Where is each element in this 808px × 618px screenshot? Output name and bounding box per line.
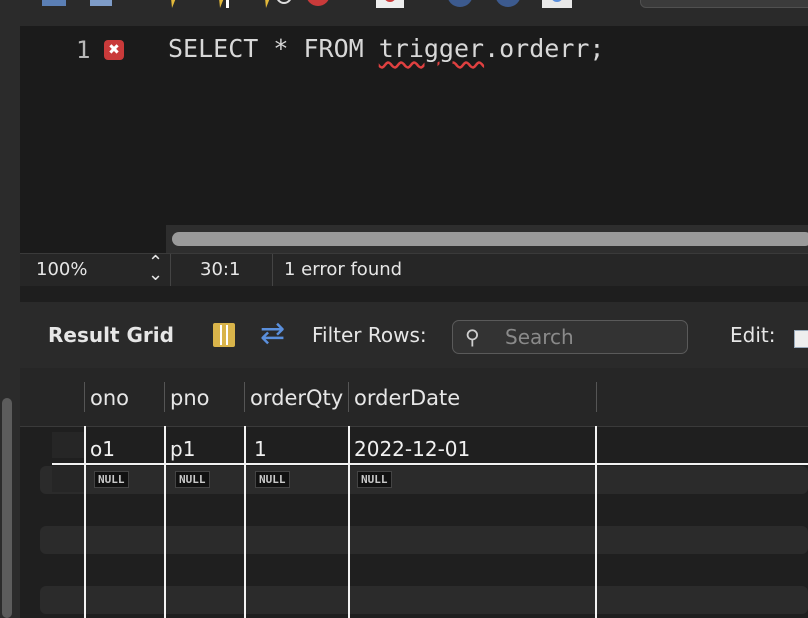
row-selector[interactable] <box>52 466 84 492</box>
column-divider <box>595 426 597 618</box>
line-number: 1 <box>76 36 91 64</box>
stop-icon[interactable] <box>304 0 334 10</box>
save-icon[interactable] <box>40 0 70 10</box>
filter-rows-label: Filter Rows: <box>312 323 427 347</box>
table-cell[interactable]: 1 <box>254 437 267 461</box>
sql-keyword-text: SELECT * FROM <box>168 34 379 63</box>
column-divider <box>84 426 86 618</box>
column-divider <box>348 426 350 618</box>
column-divider <box>244 426 246 618</box>
left-scroll-knob[interactable] <box>2 398 12 618</box>
column-header-orderdate[interactable]: orderDate <box>354 386 460 410</box>
header-divider <box>244 382 245 412</box>
search-icon: ⚲ <box>465 325 480 349</box>
beautify-icon[interactable] <box>446 0 476 10</box>
editor-status-bar: 100% ⌃ ⌄ 30:1 1 error found <box>20 253 808 287</box>
edit-label: Edit: <box>730 323 776 347</box>
table-cell[interactable]: p1 <box>170 437 195 461</box>
table-cell[interactable]: 2022-12-01 <box>354 437 470 461</box>
edit-row-icon[interactable] <box>794 330 808 348</box>
column-divider <box>164 426 166 618</box>
status-divider <box>272 254 273 286</box>
toggle-output-icon[interactable] <box>374 0 408 10</box>
error-marker-icon[interactable]: ✖ <box>104 40 124 60</box>
sql-code-line[interactable]: SELECT * FROM trigger.orderr; <box>168 34 605 63</box>
result-toolbar: Result Grid ⇄ Filter Rows: ⚲ Edit: <box>20 302 808 368</box>
explain-icon[interactable] <box>256 0 296 10</box>
column-header-ono[interactable]: ono <box>90 386 129 410</box>
sql-error-token: trigger <box>378 34 485 63</box>
search-input[interactable] <box>503 324 677 350</box>
save-script-icon[interactable] <box>88 0 118 10</box>
find-icon[interactable] <box>494 0 524 10</box>
null-badge[interactable]: NULL <box>255 471 290 488</box>
result-grid[interactable]: ono pno orderQty orderDate o1 p1 1 2022-… <box>20 368 808 618</box>
cursor-position: 30:1 <box>200 259 241 280</box>
header-divider <box>348 382 349 412</box>
row-selector[interactable] <box>52 432 84 458</box>
status-divider <box>170 254 171 286</box>
toolbar-search-field[interactable] <box>640 0 808 8</box>
null-badge[interactable]: NULL <box>94 471 129 488</box>
execute-icon[interactable] <box>160 0 190 10</box>
sql-editor[interactable]: 1 ✖ SELECT * FROM trigger.orderr; <box>20 26 808 253</box>
table-cell[interactable]: o1 <box>90 437 115 461</box>
header-divider <box>164 382 165 412</box>
column-header-pno[interactable]: pno <box>170 386 210 410</box>
filter-search-box[interactable]: ⚲ <box>452 320 688 354</box>
null-badge[interactable]: NULL <box>175 471 210 488</box>
column-header-orderqty[interactable]: orderQty <box>250 386 343 410</box>
horizontal-scroll-thumb[interactable] <box>172 232 808 246</box>
zoom-stepper-icon[interactable]: ⌃ ⌄ <box>148 254 163 284</box>
refresh-icon[interactable]: ⇄ <box>260 316 285 351</box>
grid-row-stripe <box>40 526 808 554</box>
editor-toolbar <box>20 0 808 26</box>
sql-table-text: .orderr; <box>484 34 605 63</box>
panel-gap <box>20 286 808 302</box>
grid-layout-icon[interactable] <box>213 323 235 347</box>
execute-current-icon[interactable] <box>208 0 238 10</box>
zoom-level[interactable]: 100% <box>36 259 87 280</box>
invisible-chars-icon[interactable] <box>540 0 574 10</box>
grid-header: ono pno orderQty orderDate <box>20 368 808 427</box>
grid-row-stripe <box>40 466 808 494</box>
null-badge[interactable]: NULL <box>357 471 392 488</box>
error-count: 1 error found <box>284 259 403 280</box>
header-divider <box>84 382 85 412</box>
grid-row-stripe <box>40 586 808 614</box>
window-left-strip <box>0 0 21 618</box>
header-divider <box>596 382 597 412</box>
result-grid-label[interactable]: Result Grid <box>48 323 174 347</box>
